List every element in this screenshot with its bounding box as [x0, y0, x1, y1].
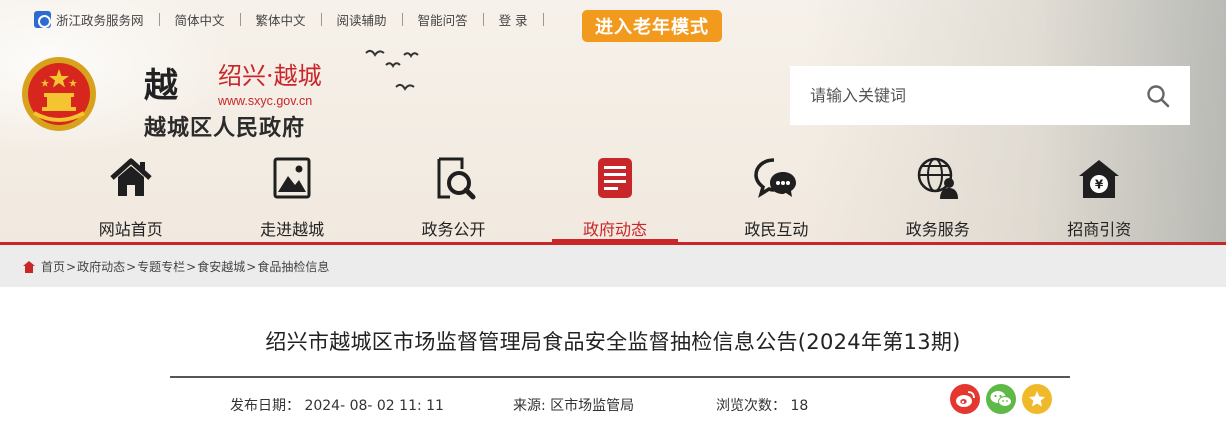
search-box — [790, 66, 1190, 125]
article-source: 来源: 区市场监管局 — [513, 395, 634, 415]
reading-assist-link[interactable]: 阅读辅助 — [337, 10, 387, 29]
elder-mode-button[interactable]: 进入老年模式 — [582, 10, 722, 42]
logo-calligraphy: 越 — [144, 66, 178, 106]
nav-label: 政务服务 — [905, 220, 970, 239]
publish-date-value: 2024- 08- 02 11: 11 — [304, 398, 444, 414]
wechat-icon — [990, 391, 1012, 407]
breadcrumb-food-inspection[interactable]: 食品抽检信息 — [257, 258, 329, 275]
nav-label: 政务公开 — [421, 220, 486, 239]
breadcrumb-separator: > — [246, 259, 257, 274]
breadcrumb-separator: > — [186, 259, 197, 274]
logo-city-name: 绍兴·越城 — [218, 62, 322, 90]
breadcrumb-special-topics[interactable]: 专题专栏 — [137, 258, 185, 275]
logo-url: www.sxyc.gov.cn — [218, 94, 313, 108]
view-count-label: 浏览次数： — [716, 398, 786, 414]
logo-government-name: 越城区人民政府 — [144, 116, 306, 141]
breadcrumb-gov-news[interactable]: 政府动态 — [77, 258, 125, 275]
divider — [482, 12, 484, 26]
breadcrumb-separator: > — [66, 259, 77, 274]
search-icon[interactable] — [1146, 84, 1170, 108]
breadcrumb-home[interactable]: 首页 — [41, 258, 65, 275]
star-icon — [1029, 391, 1045, 407]
picture-icon — [273, 157, 311, 199]
home-icon — [110, 158, 152, 196]
national-emblem-icon — [22, 57, 96, 131]
divider — [158, 12, 160, 26]
search-input[interactable] — [810, 86, 1130, 105]
header: 浙江政务服务网 简体中文 繁体中文 阅读辅助 智能问答 登 录 进入老年模式 越… — [0, 0, 1226, 245]
chat-icon — [754, 158, 797, 198]
breadcrumb: 首页 > 政府动态 > 专题专栏 > 食安越城 > 食品抽检信息 — [22, 258, 329, 275]
nav-item-interaction[interactable]: 政民互动 — [696, 152, 857, 242]
nav-item-gov-news[interactable]: 政府动态 — [534, 152, 695, 242]
birds-decoration-icon — [365, 49, 419, 91]
source-label: 来源: — [513, 398, 546, 414]
svg-text:¥: ¥ — [1095, 178, 1104, 192]
top-bar: 浙江政务服务网 简体中文 繁体中文 阅读辅助 智能问答 登 录 — [34, 8, 559, 30]
share-wechat-button[interactable] — [986, 384, 1016, 414]
main-nav: 网站首页 走进越城 政务公开 政府动态 政民互动 政务服务 ¥ 招商引资 — [50, 152, 1180, 242]
share-weibo-button[interactable] — [950, 384, 980, 414]
nav-item-home[interactable]: 网站首页 — [50, 152, 211, 242]
nav-label: 招商引资 — [1067, 220, 1132, 239]
favorite-button[interactable] — [1022, 384, 1052, 414]
weibo-icon — [956, 391, 975, 407]
nav-label: 政民互动 — [744, 220, 809, 239]
site-link[interactable]: 浙江政务服务网 — [34, 10, 144, 29]
site-name: 浙江政务服务网 — [56, 12, 144, 28]
title-divider — [170, 376, 1070, 378]
nav-item-gov-affairs-open[interactable]: 政务公开 — [373, 152, 534, 242]
divider — [401, 12, 403, 26]
view-count-value: 18 — [790, 398, 809, 414]
zhejiang-gov-icon — [34, 10, 51, 28]
nav-item-gov-services[interactable]: 政务服务 — [857, 152, 1018, 242]
breadcrumb-food-safety[interactable]: 食安越城 — [197, 258, 245, 275]
source-value: 区市场监管局 — [550, 398, 635, 414]
divider — [239, 12, 241, 26]
traditional-chinese-link[interactable]: 繁体中文 — [256, 10, 306, 29]
nav-item-about-yuecheng[interactable]: 走进越城 — [211, 152, 372, 242]
publish-date-label: 发布日期： — [230, 398, 300, 414]
nav-label: 走进越城 — [260, 220, 325, 239]
publish-date: 发布日期： 2024- 08- 02 11: 11 — [230, 395, 444, 415]
view-count: 浏览次数： 18 — [716, 395, 808, 415]
breadcrumb-bar: 首页 > 政府动态 > 专题专栏 > 食安越城 > 食品抽检信息 — [0, 245, 1226, 287]
simplified-chinese-link[interactable]: 简体中文 — [175, 10, 225, 29]
divider — [320, 12, 322, 26]
smart-qa-link[interactable]: 智能问答 — [418, 10, 468, 29]
article-title: 绍兴市越城区市场监督管理局食品安全监督抽检信息公告(2024年第13期) — [265, 330, 961, 354]
login-link[interactable]: 登 录 — [499, 10, 528, 29]
nav-label: 网站首页 — [98, 220, 163, 239]
nav-item-investment[interactable]: ¥ 招商引资 — [1019, 152, 1180, 242]
news-icon — [597, 158, 632, 198]
yuan-house-icon: ¥ — [1079, 160, 1120, 198]
globe-person-icon — [917, 157, 958, 199]
document-search-icon — [437, 157, 476, 200]
location-pin-icon — [23, 260, 35, 273]
divider — [542, 12, 544, 26]
nav-label: 政府动态 — [582, 220, 647, 239]
breadcrumb-separator: > — [126, 259, 137, 274]
